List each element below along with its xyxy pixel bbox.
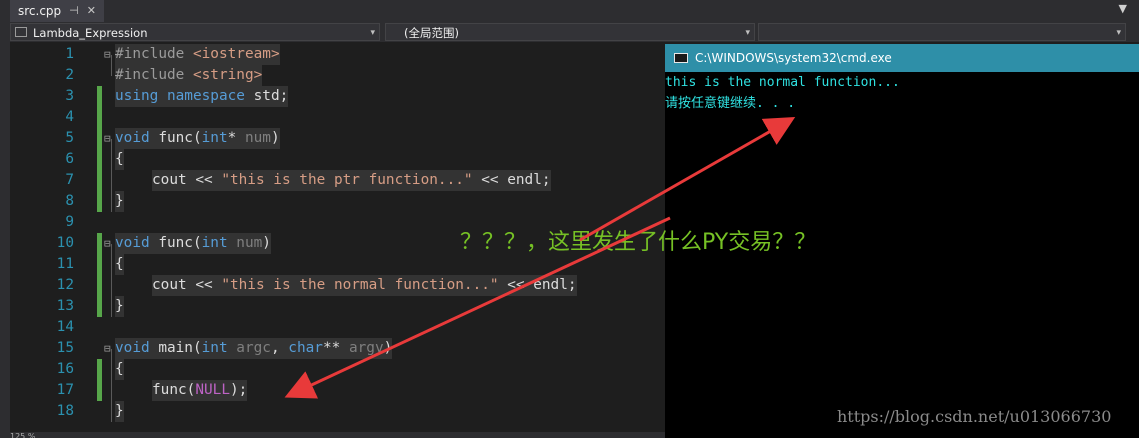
line-number: 11 — [56, 256, 74, 272]
code-text: { — [115, 149, 124, 170]
code-line: 14 — [10, 317, 665, 338]
code-line: 6 { — [10, 149, 665, 170]
code-text: void func(int num) — [115, 233, 271, 254]
console-icon — [674, 53, 688, 63]
code-line: 1 ⊟ #include <iostream> — [10, 44, 665, 65]
code-text: cout << "this is the ptr function..." <<… — [152, 170, 551, 191]
scope-combo[interactable]: Lambda_Expression ▾ — [10, 23, 380, 41]
collapse-icon[interactable]: ⊟ — [104, 48, 111, 61]
console-title: C:\WINDOWS\system32\cmd.exe — [695, 51, 892, 65]
line-number: 9 — [65, 214, 74, 230]
collapse-icon[interactable]: ⊟ — [104, 237, 111, 250]
console-output-line: 请按任意键继续. . . — [665, 96, 796, 111]
console-title-bar[interactable]: C:\WINDOWS\system32\cmd.exe — [665, 44, 1139, 72]
line-number: 15 — [56, 340, 74, 356]
line-number: 18 — [56, 403, 74, 419]
code-line: 12 cout << "this is the normal function.… — [10, 275, 665, 296]
code-text: } — [115, 401, 124, 422]
chevron-down-icon: ▾ — [745, 28, 750, 38]
line-number: 3 — [65, 88, 74, 104]
line-number: 8 — [65, 193, 74, 209]
tab-dropdown-icon[interactable]: ▼ — [1119, 2, 1127, 15]
line-number: 10 — [56, 235, 74, 251]
line-number: 6 — [65, 151, 74, 167]
code-line: 18 } — [10, 401, 665, 422]
line-number: 14 — [56, 319, 74, 335]
code-line: 7 cout << "this is the ptr function..." … — [10, 170, 665, 191]
code-line: 4 — [10, 107, 665, 128]
chevron-down-icon: ▾ — [370, 28, 375, 38]
code-line: 15 ⊟ void main(int argc, char** argv) — [10, 338, 665, 359]
code-text: { — [115, 359, 124, 380]
code-line: 2 #include <string> — [10, 65, 665, 86]
code-line: 13 } — [10, 296, 665, 317]
code-text: void func(int* num) — [115, 128, 280, 149]
class-icon — [15, 27, 27, 37]
collapse-icon[interactable]: ⊟ — [104, 342, 111, 355]
code-line: 5 ⊟ void func(int* num) — [10, 128, 665, 149]
tab-src-cpp[interactable]: src.cpp ⊣ ✕ — [10, 0, 104, 22]
collapse-icon[interactable]: ⊟ — [104, 132, 111, 145]
code-text: using namespace std; — [115, 86, 289, 107]
left-margin-strip — [0, 42, 10, 438]
close-icon[interactable]: ✕ — [87, 0, 96, 22]
code-line: 11 { — [10, 254, 665, 275]
pin-icon[interactable]: ⊣ — [69, 0, 79, 22]
code-line: 17 func(NULL); — [10, 380, 665, 401]
console-output-line: this is the normal function... — [665, 75, 900, 90]
code-line: 8 } — [10, 191, 665, 212]
document-tab-bar: src.cpp ⊣ ✕ ▼ — [0, 0, 1139, 23]
line-number: 5 — [65, 130, 74, 146]
line-number: 7 — [65, 172, 74, 188]
function-combo[interactable]: ▾ — [758, 23, 1126, 41]
code-text: { — [115, 254, 124, 275]
member-combo-value: (全局范围) — [404, 26, 459, 40]
chevron-down-icon: ▾ — [1116, 28, 1121, 38]
code-text: void main(int argc, char** argv) — [115, 338, 393, 359]
code-text: } — [115, 296, 124, 317]
line-number: 4 — [65, 109, 74, 125]
line-number: 13 — [56, 298, 74, 314]
navigation-bar: Lambda_Expression ▾ (全局范围) ▾ ▾ — [0, 22, 1139, 42]
annotation-text: ？？？，这里发生了什么PY交易？？ — [460, 230, 817, 255]
line-number: 16 — [56, 361, 74, 377]
tab-filename: src.cpp — [18, 4, 62, 18]
line-number: 1 — [65, 46, 74, 62]
code-line: 16 { — [10, 359, 665, 380]
code-text: #include <string> — [115, 65, 263, 86]
code-text: func(NULL); — [152, 380, 248, 401]
line-number: 12 — [56, 277, 74, 293]
code-line: 3 using namespace std; — [10, 86, 665, 107]
watermark: https://blog.csdn.net/u013066730 — [837, 407, 1112, 426]
scope-combo-value: Lambda_Expression — [33, 26, 148, 40]
line-number: 17 — [56, 382, 74, 398]
zoom-status[interactable]: 125 % — [10, 432, 665, 438]
code-text: #include <iostream> — [115, 44, 280, 65]
code-text: } — [115, 191, 124, 212]
code-text: cout << "this is the normal function..."… — [152, 275, 577, 296]
member-combo[interactable]: (全局范围) ▾ — [385, 23, 755, 41]
line-number: 2 — [65, 67, 74, 83]
